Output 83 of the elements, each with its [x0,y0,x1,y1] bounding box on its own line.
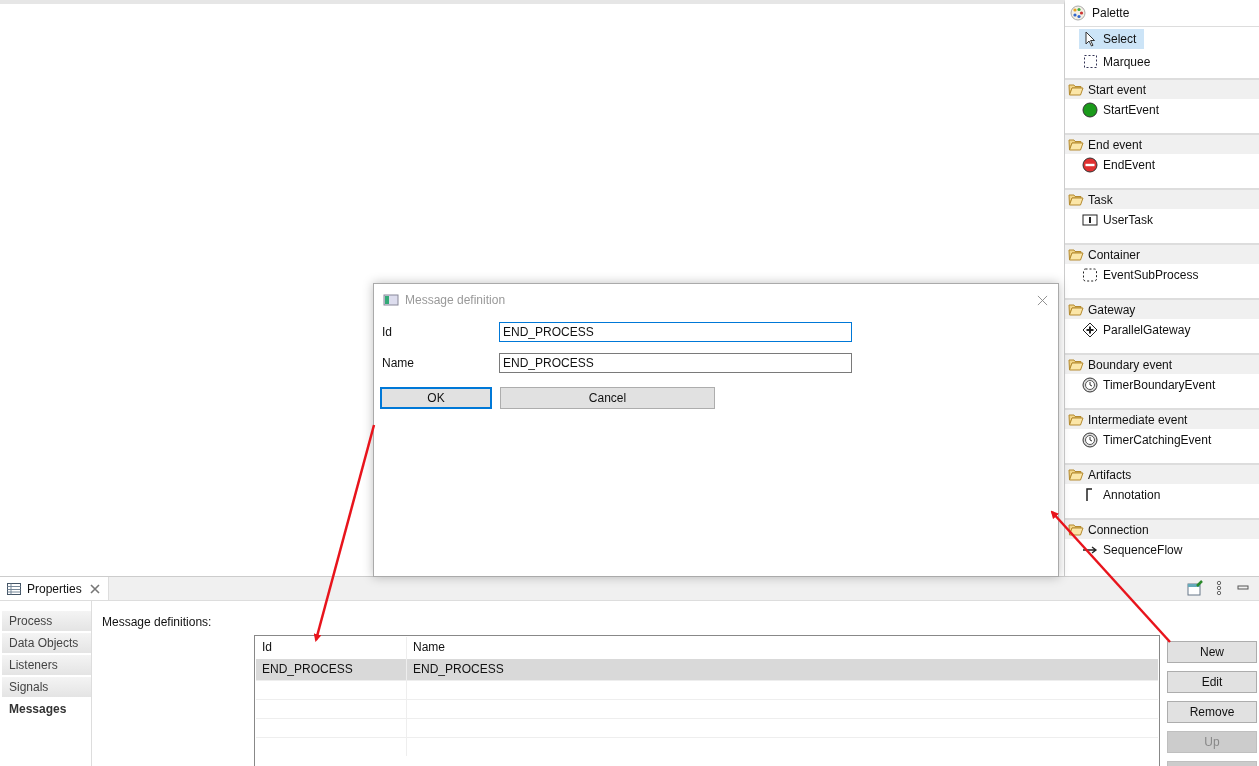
drawer-title: Gateway [1088,302,1136,317]
table-icon [6,580,22,597]
timer-icon [1082,432,1098,448]
table-cell-text: END_PROCESS [412,661,504,678]
section-tab[interactable]: Data Objects [2,633,91,655]
action-button[interactable]: Remove [1167,701,1257,723]
action-button[interactable]: New [1167,641,1257,663]
folder-icon [1068,246,1084,263]
subprocess-icon [1082,267,1098,283]
folder-icon [1068,301,1084,318]
palette-entry[interactable]: StartEvent [1065,99,1259,121]
end-event-icon [1082,157,1098,173]
drawer-title: End event [1088,137,1143,152]
palette-title: Palette [1092,6,1130,20]
drawer-header[interactable]: Artifacts [1065,465,1259,484]
table-cell: END_PROCESS [256,659,407,680]
tab-label: Properties [27,581,82,596]
section-tab[interactable]: Listeners [2,655,91,677]
drawer-title: Connection [1088,522,1149,537]
drawer-header[interactable]: End event [1065,135,1259,154]
entry-label: TimerCatchingEvent [1103,433,1212,447]
drawer-header[interactable]: Intermediate event [1065,410,1259,429]
folder-icon [1068,356,1084,373]
pin-icon[interactable] [1187,580,1203,596]
palette-entry[interactable]: Annotation [1065,484,1259,506]
folder-icon [1068,411,1084,428]
field-label: Name [382,355,415,370]
input-field[interactable]: END_PROCESS [499,321,852,342]
section-heading: Message definitions: [102,615,213,631]
folder-icon [1068,521,1084,538]
palette-entry[interactable]: TimerCatchingEvent [1065,429,1259,451]
drawer-title: Boundary event [1088,357,1173,372]
folder-icon [1068,81,1084,98]
close-icon[interactable] [89,583,100,594]
drawer-header[interactable]: Boundary event [1065,355,1259,374]
drawer-title: Start event [1088,82,1147,97]
drawer-title: Container [1088,247,1141,262]
dialog-title: Message definition [405,293,507,307]
field-label: Id [382,324,393,339]
entry-label: EventSubProcess [1103,268,1199,282]
drawer-header[interactable]: Connection [1065,520,1259,539]
drawer-title: Task [1088,192,1113,207]
entry-label: TimerBoundaryEvent [1103,378,1216,392]
drawer-header[interactable]: Gateway [1065,300,1259,319]
entry-label: EndEvent [1103,158,1156,172]
dialog-button[interactable]: Cancel [500,387,715,409]
properties-tab[interactable]: Properties [0,577,109,600]
palette-entry[interactable]: SequenceFlow [1065,539,1259,561]
palette-entry[interactable]: EndEvent [1065,154,1259,176]
entry-label: Annotation [1103,488,1161,502]
input-field[interactable]: END_PROCESS [499,352,852,373]
folder-icon [1068,136,1084,153]
folder-icon [1068,466,1084,483]
palette-tool[interactable]: Marquee [1079,52,1159,72]
table-row[interactable]: END_PROCESS END_PROCESS [256,659,1158,680]
palette-icon [1070,5,1086,21]
start-event-icon [1082,102,1098,118]
palette-entry[interactable]: EventSubProcess [1065,264,1259,286]
dialog-button[interactable]: OK [380,387,492,409]
drawer-title: Artifacts [1088,467,1132,482]
window-icon [383,292,399,308]
close-icon[interactable] [1037,294,1048,306]
action-button[interactable]: Edit [1167,671,1257,693]
column-header: Name [412,639,445,656]
drawer-header[interactable]: Start event [1065,80,1259,99]
folder-icon [1068,191,1084,208]
drawer-header[interactable]: Container [1065,245,1259,264]
palette-tool[interactable]: Select [1079,29,1145,49]
gateway-icon [1082,322,1098,338]
marquee-icon [1083,54,1099,70]
entry-label: ParallelGateway [1103,323,1191,337]
entry-label: UserTask [1103,213,1153,227]
section-tab[interactable]: Signals [2,677,91,699]
section-tab[interactable]: Process [2,611,91,633]
entry-label: SequenceFlow [1103,543,1183,557]
entry-label: StartEvent [1103,103,1160,117]
drawer-title: Intermediate event [1088,412,1188,427]
user-task-icon [1082,212,1098,228]
palette-entry[interactable]: TimerBoundaryEvent [1065,374,1259,396]
palette-entry[interactable]: ParallelGateway [1065,319,1259,341]
timer-icon [1082,377,1098,393]
palette-entry[interactable]: UserTask [1065,209,1259,231]
drawer-header[interactable]: Task [1065,190,1259,209]
